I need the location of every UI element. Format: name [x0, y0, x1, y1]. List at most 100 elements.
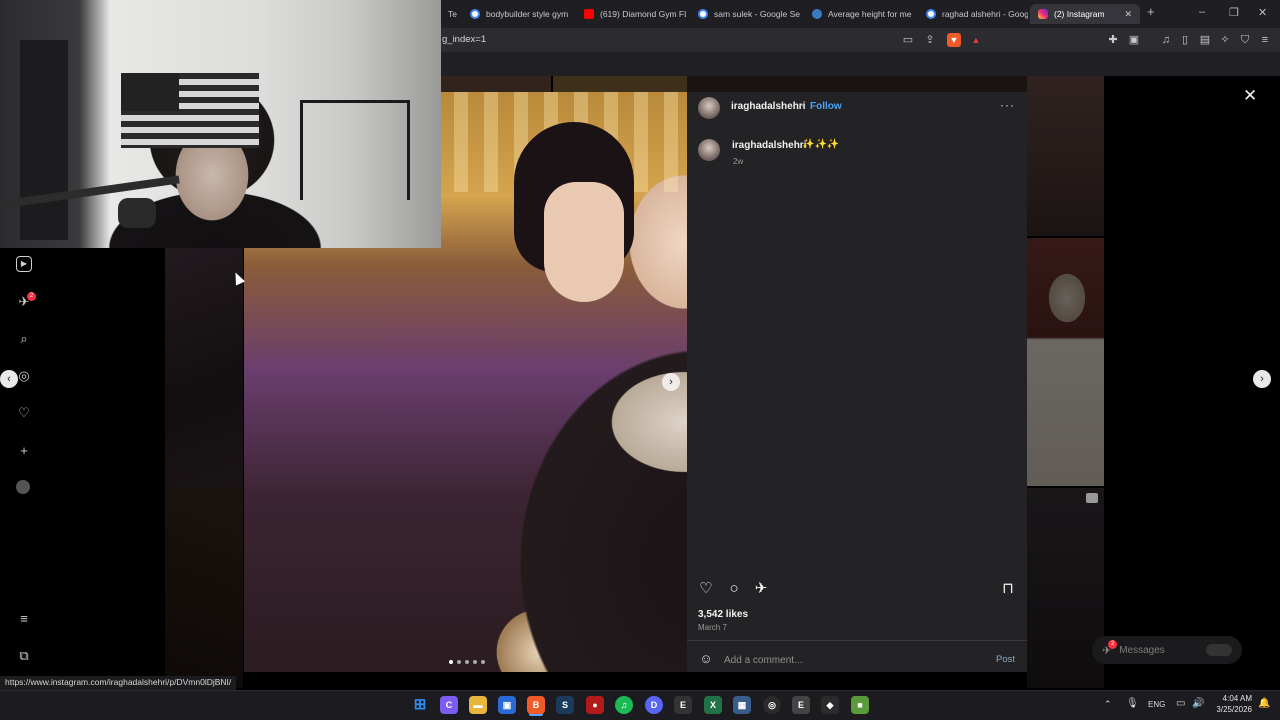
create-icon[interactable]: + — [16, 443, 32, 459]
screenshot-icon[interactable]: ▣ — [1127, 33, 1141, 47]
media-icon[interactable]: ♫ — [1159, 33, 1173, 47]
tray-clock[interactable]: 4:04 AM 3/25/2026 — [1212, 693, 1252, 715]
browser-menu-icon[interactable]: ≡ — [1258, 33, 1272, 47]
restore-button[interactable]: ❐ — [1229, 6, 1239, 19]
carousel-dots — [449, 660, 485, 664]
caption-username[interactable]: iraghadalshehri — [732, 140, 806, 151]
clock-date: 3/25/2026 — [1216, 705, 1252, 714]
tab-label: Average height for me — [828, 9, 912, 19]
tab-5[interactable]: Average height for me — [804, 4, 914, 24]
reels-icon[interactable]: ▶ — [16, 256, 32, 272]
post-comment-button[interactable]: Post — [996, 654, 1015, 665]
explore-icon[interactable]: ◎ — [16, 368, 32, 384]
save-bookmark-icon[interactable]: ⊓ — [999, 580, 1017, 598]
epic-games-2-app[interactable]: E — [792, 696, 810, 714]
follow-button[interactable]: Follow — [810, 101, 842, 112]
discord-app[interactable]: D — [645, 696, 663, 714]
copilot-app[interactable]: C — [440, 696, 458, 714]
profile-avatar[interactable] — [16, 480, 30, 494]
messages-badge: 2 — [27, 292, 36, 301]
tab-3[interactable]: (619) Diamond Gym FL — [576, 4, 686, 24]
leo-ai-icon[interactable]: ✧ — [1218, 33, 1232, 47]
flag-canton — [121, 73, 179, 111]
close-modal-button[interactable]: ✕ — [1243, 86, 1257, 106]
tab-label: raghad alshehri - Goog — [942, 9, 1028, 19]
brave-rewards-icon[interactable]: ▲ — [969, 33, 983, 47]
menu-icon[interactable]: ≡ — [16, 611, 32, 627]
messages-pill[interactable]: ✈ 2 Messages — [1092, 636, 1242, 664]
reel-indicator-icon — [1086, 493, 1098, 503]
obs-app[interactable]: ◎ — [763, 696, 781, 714]
tab-instagram[interactable]: (2) Instagram ✕ — [1030, 4, 1140, 24]
heart-icon[interactable]: ♡ — [16, 405, 32, 421]
instagram-icon — [1038, 9, 1048, 19]
comment-input[interactable] — [724, 652, 984, 668]
google-icon — [470, 9, 480, 19]
bed-frame — [300, 100, 410, 200]
microphone — [118, 198, 156, 228]
caption-time: 2w — [733, 157, 744, 166]
tab-4[interactable]: sam sulek - Google Se — [690, 4, 800, 24]
more-apps-icon[interactable]: ⧉ — [16, 648, 32, 664]
close-window-button[interactable]: ✕ — [1258, 6, 1267, 19]
store-app[interactable]: ▣ — [498, 696, 516, 714]
minimize-button[interactable]: – — [1199, 6, 1205, 18]
author-avatar[interactable] — [698, 97, 720, 119]
more-options-button[interactable]: ··· — [1000, 98, 1015, 112]
modal-prev-button[interactable]: ‹ — [0, 370, 18, 388]
share-icon[interactable]: ✈ — [752, 580, 770, 598]
youtube-icon — [584, 9, 594, 19]
tab-label: bodybuilder style gym — [486, 9, 569, 19]
record-app[interactable]: ● — [586, 696, 604, 714]
language-indicator[interactable]: ENG — [1148, 700, 1165, 709]
cast-icon[interactable]: ▭ — [901, 33, 915, 47]
messages-avatars — [1206, 644, 1232, 656]
notification-bell-icon[interactable]: 🔔 — [1258, 698, 1270, 709]
file-explorer-app[interactable]: ▬ — [469, 696, 487, 714]
likes-count[interactable]: 3,542 likes — [698, 609, 748, 620]
notification-app[interactable]: ◆ — [821, 696, 839, 714]
share-icon[interactable]: ⇪ — [923, 33, 937, 47]
tray-overflow-icon[interactable]: ⌃ — [1104, 699, 1112, 710]
panel-divider — [687, 640, 1027, 641]
spotify-app[interactable]: ♫ — [615, 696, 633, 714]
like-icon[interactable]: ♡ — [697, 580, 715, 598]
caption-avatar[interactable] — [698, 139, 720, 161]
comment-icon[interactable]: ○ — [725, 580, 743, 598]
status-bar-link: https://www.instagram.com/iraghadalshehr… — [0, 676, 237, 690]
start-button[interactable]: ⊞ — [411, 696, 429, 714]
extensions-icon[interactable]: ✚ — [1106, 33, 1120, 47]
volume-icon[interactable]: 🔊 — [1192, 698, 1204, 709]
minecraft-app[interactable]: ■ — [851, 696, 869, 714]
tab-6[interactable]: raghad alshehri - Goog — [918, 4, 1028, 24]
vpn-icon[interactable]: ⛉ — [1238, 33, 1252, 47]
carousel-dot — [465, 660, 469, 664]
microphone-icon[interactable]: 🎙 — [1126, 698, 1139, 709]
modal-next-button[interactable]: › — [1253, 370, 1271, 388]
google-icon — [926, 9, 936, 19]
post-date: March 7 — [698, 623, 727, 632]
brave-shields-icon[interactable]: ▼ — [947, 33, 961, 47]
windows-taskbar — [0, 690, 1280, 720]
wallet-icon[interactable]: ▤ — [1198, 33, 1212, 47]
tab-close-icon[interactable]: ✕ — [1124, 9, 1132, 20]
carousel-dot — [481, 660, 485, 664]
brave-app[interactable]: B — [527, 696, 545, 714]
epic-games-app[interactable]: E — [674, 696, 692, 714]
image-next-button[interactable]: › — [662, 373, 680, 391]
emoji-icon[interactable]: ☺ — [698, 651, 714, 667]
network-icon[interactable]: ▭ — [1176, 698, 1185, 709]
post-username[interactable]: iraghadalshehri — [731, 101, 805, 112]
search-icon[interactable]: ⌕ — [16, 331, 32, 347]
calculator-app[interactable]: ▦ — [733, 696, 751, 714]
steam-app[interactable]: S — [556, 696, 574, 714]
url-field[interactable]: g_index=1 — [442, 34, 486, 45]
sidebar-icon[interactable]: ▯ — [1178, 33, 1192, 47]
carousel-dot — [457, 660, 461, 664]
new-tab-button[interactable]: + — [1147, 4, 1155, 19]
tab-1[interactable]: Te — [440, 4, 462, 24]
messages-pill-icon: ✈ 2 — [1102, 639, 1117, 657]
separator-dot: • — [802, 101, 806, 112]
excel-app[interactable]: X — [704, 696, 722, 714]
tab-2[interactable]: bodybuilder style gym — [462, 4, 572, 24]
